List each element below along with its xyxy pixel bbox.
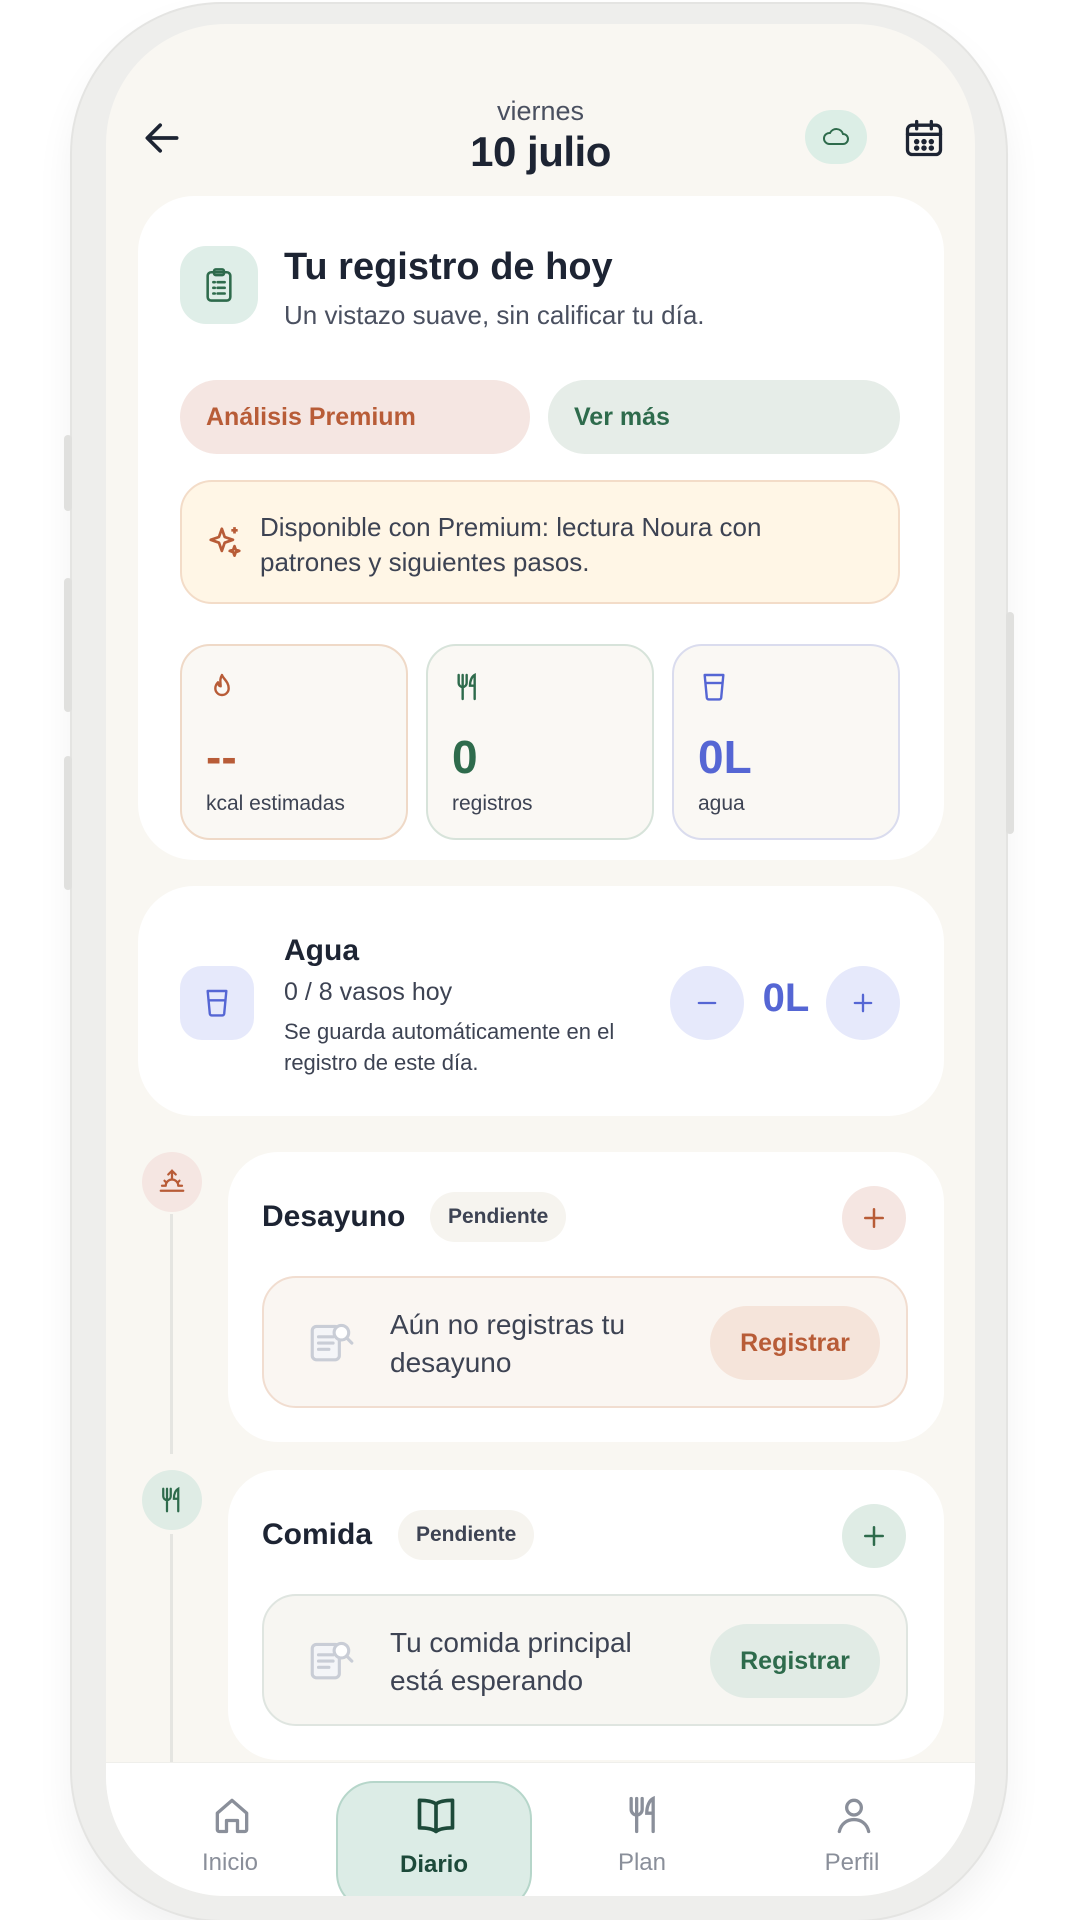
phone-side-button <box>1006 612 1014 834</box>
water-increase-button[interactable] <box>826 966 900 1040</box>
see-more-button[interactable]: Ver más <box>548 380 900 454</box>
meal-title: Desayuno <box>262 1200 406 1233</box>
water-count: 0 / 8 vasos hoy <box>284 978 453 1006</box>
kcal-label: kcal estimadas <box>206 792 345 815</box>
phone-side-button <box>64 756 72 890</box>
flame-icon <box>214 673 230 697</box>
fork-knife-icon <box>162 1486 180 1513</box>
calendar-icon[interactable] <box>902 116 946 160</box>
nav-label: Diario <box>399 1851 468 1878</box>
cloud-icon <box>823 128 849 145</box>
add-breakfast-button[interactable] <box>842 1186 906 1250</box>
timeline-line <box>170 1214 173 1454</box>
document-search-icon <box>310 1323 354 1362</box>
status-badge: Pendiente <box>430 1192 567 1242</box>
breakfast-timeline-marker <box>142 1152 202 1212</box>
home-icon <box>215 1798 249 1834</box>
minus-icon <box>697 1001 717 1005</box>
water-amount: 0L <box>762 976 810 1020</box>
premium-notice: Disponible con Premium: lectura Noura co… <box>180 480 900 604</box>
empty-state-text: Tu comida principal está esperando <box>390 1627 632 1696</box>
meal-card-breakfast: Desayuno Pendiente Aún no registras tu d… <box>228 1152 944 1442</box>
water-card: Agua 0 / 8 vasos hoy Se guarda automátic… <box>138 886 944 1116</box>
timeline-line <box>170 1534 173 1774</box>
plus-icon <box>864 1526 884 1546</box>
summary-title: Tu registro de hoy <box>284 246 613 288</box>
water-note: Se guarda automáticamente en el registro… <box>284 1019 615 1075</box>
records-label: registros <box>452 792 533 815</box>
nav-item-plan[interactable]: Plan <box>552 1763 732 1896</box>
clipboard-icon <box>206 268 232 302</box>
water-value: 0L <box>698 731 752 783</box>
app-screen: viernes 10 julio Tu registro de hoy Un v… <box>106 24 975 1896</box>
bottom-nav: Inicio Diario Plan Perfil <box>106 1762 975 1896</box>
water-title: Agua <box>284 934 359 967</box>
clipboard-badge <box>180 246 258 324</box>
stat-records: 0 registros <box>426 644 654 840</box>
notice-text: Disponible con Premium: lectura Noura co… <box>260 512 762 577</box>
nav-label: Perfil <box>824 1849 880 1876</box>
lunch-empty-state: Tu comida principal está esperando Regis… <box>262 1594 908 1726</box>
sunrise-icon <box>159 1169 185 1192</box>
phone-side-button <box>64 578 72 712</box>
water-badge <box>180 966 254 1040</box>
user-icon <box>837 1798 871 1834</box>
glass-icon <box>206 989 228 1017</box>
glass-icon <box>703 673 725 701</box>
sparkles-icon <box>209 527 241 558</box>
premium-analysis-button[interactable]: Análisis Premium <box>180 380 530 454</box>
register-lunch-button[interactable]: Registrar <box>710 1624 880 1698</box>
add-lunch-button[interactable] <box>842 1504 906 1568</box>
nav-label: Inicio <box>201 1849 259 1876</box>
weather-button[interactable] <box>805 110 867 164</box>
document-search-icon <box>310 1641 354 1680</box>
daily-summary-card: Tu registro de hoy Un vistazo suave, sin… <box>138 196 944 860</box>
meal-card-lunch: Comida Pendiente Tu comida principal est… <box>228 1470 944 1760</box>
meal-title: Comida <box>262 1518 373 1551</box>
lunch-timeline-marker <box>142 1470 202 1530</box>
water-decrease-button[interactable] <box>670 966 744 1040</box>
breakfast-empty-state: Aún no registras tu desayuno Registrar <box>262 1276 908 1408</box>
records-value: 0 <box>452 731 478 783</box>
status-badge: Pendiente <box>398 1510 535 1560</box>
summary-subtitle: Un vistazo suave, sin calificar tu día. <box>284 300 705 330</box>
stat-kcal: -- kcal estimadas <box>180 644 408 840</box>
plus-icon <box>853 993 873 1013</box>
nav-label: Plan <box>617 1849 667 1876</box>
empty-state-text: Aún no registras tu desayuno <box>390 1309 626 1378</box>
nav-item-inicio[interactable]: Inicio <box>140 1763 320 1896</box>
plus-icon <box>864 1208 884 1228</box>
fork-knife-icon <box>457 673 476 701</box>
stat-water: 0L agua <box>672 644 900 840</box>
fork-knife-icon <box>629 1795 655 1834</box>
kcal-value: -- <box>206 731 237 783</box>
phone-side-button <box>64 435 72 511</box>
nav-item-perfil[interactable]: Perfil <box>762 1763 942 1896</box>
book-icon <box>417 1798 455 1834</box>
water-label: agua <box>698 792 745 815</box>
nav-item-diario[interactable]: Diario <box>344 1763 524 1896</box>
register-breakfast-button[interactable]: Registrar <box>710 1306 880 1380</box>
